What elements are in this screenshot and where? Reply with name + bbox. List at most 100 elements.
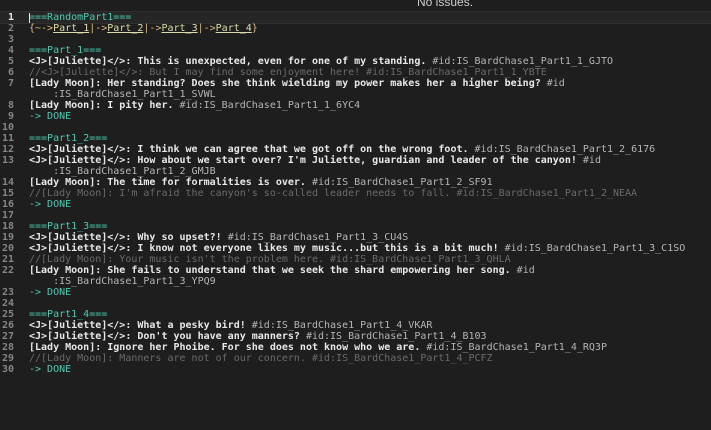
- code-token: //<J>[Juliette]</>: But I may find some …: [29, 67, 547, 78]
- code-token: |->: [197, 23, 216, 34]
- code-line[interactable]: 24: [0, 298, 711, 309]
- code-line[interactable]: :IS_BardChase1_Part1_3_YPQ9: [0, 276, 711, 287]
- code-token: Don't you have any manners?: [137, 331, 306, 342]
- line-number: 11: [1, 133, 14, 144]
- code-token: -> DONE: [29, 364, 72, 375]
- code-token: {~->: [29, 23, 54, 34]
- code-line[interactable]: :IS_BardChase1_Part1_2_GMJB: [0, 166, 711, 177]
- code-line[interactable]: 26 <J>[Juliette]</>: What a pesky bird! #…: [0, 320, 711, 331]
- code-line[interactable]: 1 ===RandomPart1===: [0, 11, 711, 24]
- divert-link[interactable]: Part_3: [161, 23, 197, 34]
- divert-link[interactable]: Part_2: [107, 23, 143, 34]
- code-line[interactable]: 27 <J>[Juliette]</>: Don't you have any m…: [0, 331, 711, 342]
- code-line[interactable]: 6 //<J>[Juliette]</>: But I may find some…: [0, 67, 711, 78]
- code-token: #id:IS_BardChase1_Part1_4_VKAR: [251, 320, 433, 331]
- code-token: #id:IS_BardChase1_Part1_1_6YC4: [179, 100, 361, 111]
- line-text: ===Part1_4===: [29, 309, 107, 320]
- line-number: 10: [1, 122, 14, 133]
- divert-link[interactable]: Part_1: [53, 23, 89, 34]
- code-line[interactable]: 23 -> DONE: [0, 287, 711, 298]
- line-number: 27: [1, 331, 14, 342]
- code-line[interactable]: 29 //[Lady Moon]: Manners are not of our …: [0, 353, 711, 364]
- code-line[interactable]: 2 {~->Part_1|->Part_2|->Part_3|->Part_4}: [0, 23, 711, 34]
- code-token: -> DONE: [29, 287, 72, 298]
- line-text: //[Lady Moon]: Manners are not of our co…: [29, 353, 493, 364]
- code-line[interactable]: 14 [Lady Moon]: The time for formalities …: [0, 177, 711, 188]
- code-line[interactable]: 3: [0, 34, 711, 45]
- line-text: <J>[Juliette]</>: How about we start ove…: [29, 155, 601, 166]
- line-text: <J>[Juliette]</>: I know not everyone li…: [29, 243, 685, 254]
- line-text: {~->Part_1|->Part_2|->Part_3|->Part_4}: [29, 23, 258, 34]
- line-number: 2: [7, 23, 14, 34]
- line-number: 21: [1, 254, 14, 265]
- code-token: Why so upset?!: [137, 232, 228, 243]
- line-number: 1: [7, 12, 14, 23]
- line-text: ===Part_1===: [29, 45, 101, 56]
- code-line[interactable]: 11 ===Part1_2===: [0, 133, 711, 144]
- line-text: <J>[Juliette]</>: I think we can agree t…: [29, 144, 655, 155]
- line-number: 17: [1, 210, 14, 221]
- code-token: -> DONE: [29, 111, 72, 122]
- line-number: 12: [1, 144, 14, 155]
- code-line[interactable]: 21 //[Lady Moon]: Your music isn't the pr…: [0, 254, 711, 265]
- code-token: -> DONE: [29, 199, 72, 210]
- text-cursor: [29, 13, 30, 23]
- code-token: :IS_BardChase1_Part1_1_SVWL: [29, 89, 216, 100]
- line-number: 19: [1, 232, 14, 243]
- line-text: -> DONE: [29, 287, 71, 298]
- line-text: <J>[Juliette]</>: Why so upset?! #id:IS_…: [29, 232, 408, 243]
- code-line[interactable]: 18 ===Part1_3===: [0, 221, 711, 232]
- code-token: |->: [89, 23, 108, 34]
- divert-link[interactable]: Part_4: [216, 23, 252, 34]
- code-line[interactable]: 15 //[Lady Moon]: I'm afraid the canyon's…: [0, 188, 711, 199]
- code-token: <J>[Juliette]</>:: [29, 232, 138, 243]
- code-line[interactable]: 25 ===Part1_4===: [0, 309, 711, 320]
- code-token: <J>[Juliette]</>:: [29, 144, 138, 155]
- code-line[interactable]: 7 [Lady Moon]: Her standing? Does she thi…: [0, 78, 711, 89]
- line-number: 13: [1, 155, 14, 166]
- line-text: <J>[Juliette]</>: Don't you have any man…: [29, 331, 487, 342]
- code-line[interactable]: 22 [Lady Moon]: She fails to understand t…: [0, 265, 711, 276]
- code-token: }: [251, 23, 258, 34]
- line-number: 8: [7, 100, 14, 111]
- line-text: ===Part1_2===: [29, 133, 107, 144]
- code-line[interactable]: 12 <J>[Juliette]</>: I think we can agree…: [0, 144, 711, 155]
- code-line[interactable]: 20 <J>[Juliette]</>: I know not everyone …: [0, 243, 711, 254]
- code-token: How about we start over? I'm Juliette, g…: [137, 155, 583, 166]
- line-number: 30: [1, 364, 14, 375]
- code-line[interactable]: 10: [0, 122, 711, 133]
- code-line[interactable]: 9 -> DONE: [0, 111, 711, 122]
- line-text: //[Lady Moon]: Your music isn't the prob…: [29, 254, 511, 265]
- code-token: :IS_BardChase1_Part1_2_GMJB: [29, 166, 216, 177]
- code-line[interactable]: 17: [0, 210, 711, 221]
- line-text: ===Part1_3===: [29, 221, 107, 232]
- line-number: 4: [7, 45, 14, 56]
- code-token: #id: [546, 78, 565, 89]
- code-line[interactable]: 28 [Lady Moon]: Ignore her Phoibe. For sh…: [0, 342, 711, 353]
- code-line[interactable]: :IS_BardChase1_Part1_1_SVWL: [0, 89, 711, 100]
- code-line[interactable]: 19 <J>[Juliette]</>: Why so upset?! #id:I…: [0, 232, 711, 243]
- code-line[interactable]: 4 ===Part_1===: [0, 45, 711, 56]
- line-number: 5: [7, 56, 14, 67]
- code-token: <J>[Juliette]</>:: [29, 243, 138, 254]
- code-token: ===Part1_3===: [29, 221, 108, 232]
- code-token: #id:IS_BardChase1_Part1_1_GJTO: [432, 56, 614, 67]
- code-token: #id:IS_BardChase1_Part1_4_RQ3P: [426, 342, 607, 353]
- line-text: //<J>[Juliette]</>: But I may find some …: [29, 67, 547, 78]
- code-line[interactable]: 16 -> DONE: [0, 199, 711, 210]
- line-number: 25: [1, 309, 14, 320]
- code-line[interactable]: 8 [Lady Moon]: I pity her. #id:IS_BardCha…: [0, 100, 711, 111]
- code-token: ===Part1_4===: [29, 309, 108, 320]
- code-token: #id: [516, 265, 535, 276]
- code-editor[interactable]: 1 ===RandomPart1=== 2 {~->Part_1|->Part_2|-…: [0, 11, 711, 430]
- line-number: 28: [1, 342, 14, 353]
- code-line[interactable]: 30 -> DONE: [0, 364, 711, 375]
- code-line[interactable]: 13 <J>[Juliette]</>: How about we start o…: [0, 155, 711, 166]
- code-token: This is unexpected, even for one of my s…: [137, 56, 433, 67]
- code-token: #id: [582, 155, 601, 166]
- code-token: ===Part_1===: [29, 45, 102, 56]
- code-token: What a pesky bird!: [137, 320, 252, 331]
- code-token: <J>[Juliette]</>:: [29, 56, 138, 67]
- code-token: [Lady Moon]: The time for formalities is…: [29, 177, 312, 188]
- code-line[interactable]: 5 <J>[Juliette]</>: This is unexpected, e…: [0, 56, 711, 67]
